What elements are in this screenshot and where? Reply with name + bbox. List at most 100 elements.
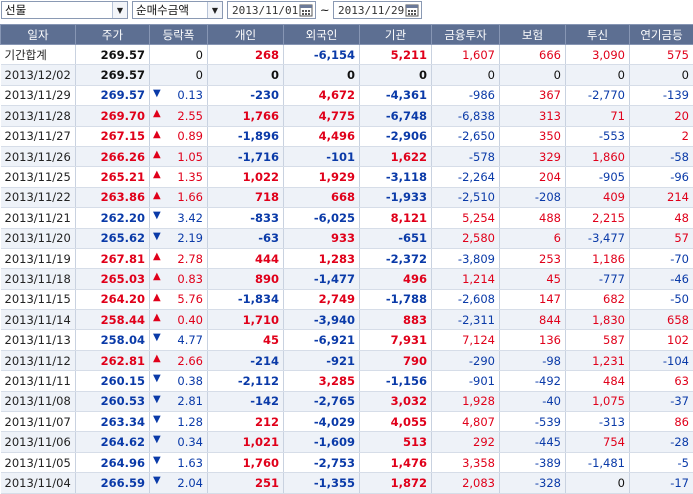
cell-investment-trust: 1,231 xyxy=(566,350,630,370)
type-select-value: 순매수금액 xyxy=(133,2,207,18)
cell-change: ▲2.78 xyxy=(150,248,208,268)
calendar-icon[interactable] xyxy=(405,3,419,17)
cell-close: 260.15 xyxy=(76,371,150,391)
cell-institution: 8,121 xyxy=(360,208,432,228)
cell-foreign: -921 xyxy=(284,350,360,370)
table-row[interactable]: 2013/11/05264.96▼1.631,760-2,7531,4763,3… xyxy=(1,452,693,472)
cell-date: 2013/11/08 xyxy=(1,391,76,411)
table-header-row: 일자 주가 등락폭 개인 외국인 기관 금융투자 보험 투신 연기금등 xyxy=(1,25,693,45)
triangle-up-icon: ▲ xyxy=(153,353,161,364)
cell-foreign: -4,029 xyxy=(284,412,360,432)
cell-pension: -58 xyxy=(630,146,693,166)
cell-date: 2013/11/21 xyxy=(1,208,76,228)
cell-institution: -3,118 xyxy=(360,167,432,187)
change-value: 0 xyxy=(196,68,203,82)
table-row[interactable]: 2013/11/27267.15▲0.89-1,8964,496-2,906-2… xyxy=(1,126,693,146)
column-header-change[interactable]: 등락폭 xyxy=(150,25,208,45)
cell-close: 258.44 xyxy=(76,310,150,330)
table-row[interactable]: 2013/11/25265.21▲1.351,0221,929-3,118-2,… xyxy=(1,167,693,187)
cell-change: ▲0.89 xyxy=(150,126,208,146)
cell-close: 265.21 xyxy=(76,167,150,187)
table-row[interactable]: 2013/11/06264.62▼0.341,021-1,609513292-4… xyxy=(1,432,693,452)
column-header-investment-trust[interactable]: 투신 xyxy=(566,25,630,45)
column-header-pension[interactable]: 연기금등 xyxy=(630,25,693,45)
triangle-up-icon: ▲ xyxy=(153,271,161,282)
cell-insurance: 204 xyxy=(500,167,566,187)
table-row[interactable]: 2013/11/14258.44▲0.401,710-3,940883-2,31… xyxy=(1,310,693,330)
cell-investment-trust: 0 xyxy=(566,65,630,85)
table-row[interactable]: 2013/11/11260.15▼0.38-2,1123,285-1,156-9… xyxy=(1,371,693,391)
cell-close: 262.20 xyxy=(76,208,150,228)
change-value: 4.77 xyxy=(177,333,203,347)
table-row[interactable]: 2013/11/08260.53▼2.81-142-2,7653,0321,92… xyxy=(1,391,693,411)
cell-date: 2013/11/26 xyxy=(1,146,76,166)
cell-change: 0 xyxy=(150,65,208,85)
column-header-institution[interactable]: 기관 xyxy=(360,25,432,45)
cell-change: 0 xyxy=(150,45,208,65)
table-row[interactable]: 2013/11/18265.03▲0.83890-1,4774961,21445… xyxy=(1,269,693,289)
cell-individual: 251 xyxy=(208,473,284,493)
change-value: 0.83 xyxy=(177,272,203,286)
market-select[interactable]: 선물 ▼ xyxy=(1,1,128,19)
table-row[interactable]: 2013/11/04266.59▼2.04251-1,3551,8722,083… xyxy=(1,473,693,493)
table-row[interactable]: 2013/11/07263.34▼1.28212-4,0294,0554,807… xyxy=(1,412,693,432)
cell-institution: 4,055 xyxy=(360,412,432,432)
column-header-foreign[interactable]: 외국인 xyxy=(284,25,360,45)
table-row[interactable]: 2013/11/13258.04▼4.7745-6,9217,9317,1241… xyxy=(1,330,693,350)
column-header-individual[interactable]: 개인 xyxy=(208,25,284,45)
cell-investment-trust: -777 xyxy=(566,269,630,289)
table-row[interactable]: 2013/11/20265.62▼2.19-63933-6512,5806-3,… xyxy=(1,228,693,248)
cell-financial-investment: 5,254 xyxy=(432,208,500,228)
cell-close: 260.53 xyxy=(76,391,150,411)
cell-financial-investment: 292 xyxy=(432,432,500,452)
triangle-up-icon: ▲ xyxy=(153,108,161,119)
table-row[interactable]: 2013/11/28269.70▲2.551,7664,775-6,748-6,… xyxy=(1,106,693,126)
table-row[interactable]: 2013/11/15264.20▲5.76-1,8342,749-1,788-2… xyxy=(1,289,693,309)
start-date-input[interactable]: 2013/11/01 xyxy=(227,1,316,19)
cell-individual: -63 xyxy=(208,228,284,248)
triangle-down-icon: ▼ xyxy=(153,434,161,445)
cell-investment-trust: 2,215 xyxy=(566,208,630,228)
calendar-icon[interactable] xyxy=(299,3,313,17)
table-row[interactable]: 2013/11/21262.20▼3.42-833-6,0258,1215,25… xyxy=(1,208,693,228)
cell-insurance: 367 xyxy=(500,85,566,105)
cell-pension: 575 xyxy=(630,45,693,65)
cell-date: 2013/11/04 xyxy=(1,473,76,493)
cell-investment-trust: 754 xyxy=(566,432,630,452)
cell-institution: -2,372 xyxy=(360,248,432,268)
table-row[interactable]: 기간합계269.570268-6,1545,2111,6076663,09057… xyxy=(1,45,693,65)
cell-foreign: 2,749 xyxy=(284,289,360,309)
cell-investment-trust: -553 xyxy=(566,126,630,146)
cell-financial-investment: -290 xyxy=(432,350,500,370)
cell-change: ▼2.04 xyxy=(150,473,208,493)
column-header-insurance[interactable]: 보험 xyxy=(500,25,566,45)
type-select[interactable]: 순매수금액 ▼ xyxy=(132,1,223,19)
cell-foreign: 933 xyxy=(284,228,360,248)
cell-date: 2013/12/02 xyxy=(1,65,76,85)
cell-pension: 57 xyxy=(630,228,693,248)
cell-individual: 718 xyxy=(208,187,284,207)
column-header-financial-investment[interactable]: 금융투자 xyxy=(432,25,500,45)
chevron-down-icon[interactable]: ▼ xyxy=(207,2,222,18)
cell-foreign: -3,940 xyxy=(284,310,360,330)
table-row[interactable]: 2013/11/19267.81▲2.784441,283-2,372-3,80… xyxy=(1,248,693,268)
table-row[interactable]: 2013/11/12262.81▲2.66-214-921790-290-981… xyxy=(1,350,693,370)
table-row[interactable]: 2013/11/29269.57▼0.13-2304,672-4,361-986… xyxy=(1,85,693,105)
cell-close: 267.81 xyxy=(76,248,150,268)
table-row[interactable]: 2013/12/02269.5700000000 xyxy=(1,65,693,85)
cell-investment-trust: -3,477 xyxy=(566,228,630,248)
table-row[interactable]: 2013/11/26266.26▲1.05-1,716-1011,622-578… xyxy=(1,146,693,166)
cell-insurance: -389 xyxy=(500,452,566,472)
cell-close: 265.03 xyxy=(76,269,150,289)
cell-insurance: -328 xyxy=(500,473,566,493)
cell-financial-investment: 1,928 xyxy=(432,391,500,411)
column-header-date[interactable]: 일자 xyxy=(1,25,76,45)
end-date-input[interactable]: 2013/11/29 xyxy=(333,1,422,19)
change-value: 1.35 xyxy=(177,170,203,184)
column-header-close[interactable]: 주가 xyxy=(76,25,150,45)
chevron-down-icon[interactable]: ▼ xyxy=(112,2,127,18)
table-row[interactable]: 2013/11/22263.86▲1.66718668-1,933-2,510-… xyxy=(1,187,693,207)
cell-date: 2013/11/27 xyxy=(1,126,76,146)
cell-insurance: 0 xyxy=(500,65,566,85)
cell-date: 2013/11/20 xyxy=(1,228,76,248)
